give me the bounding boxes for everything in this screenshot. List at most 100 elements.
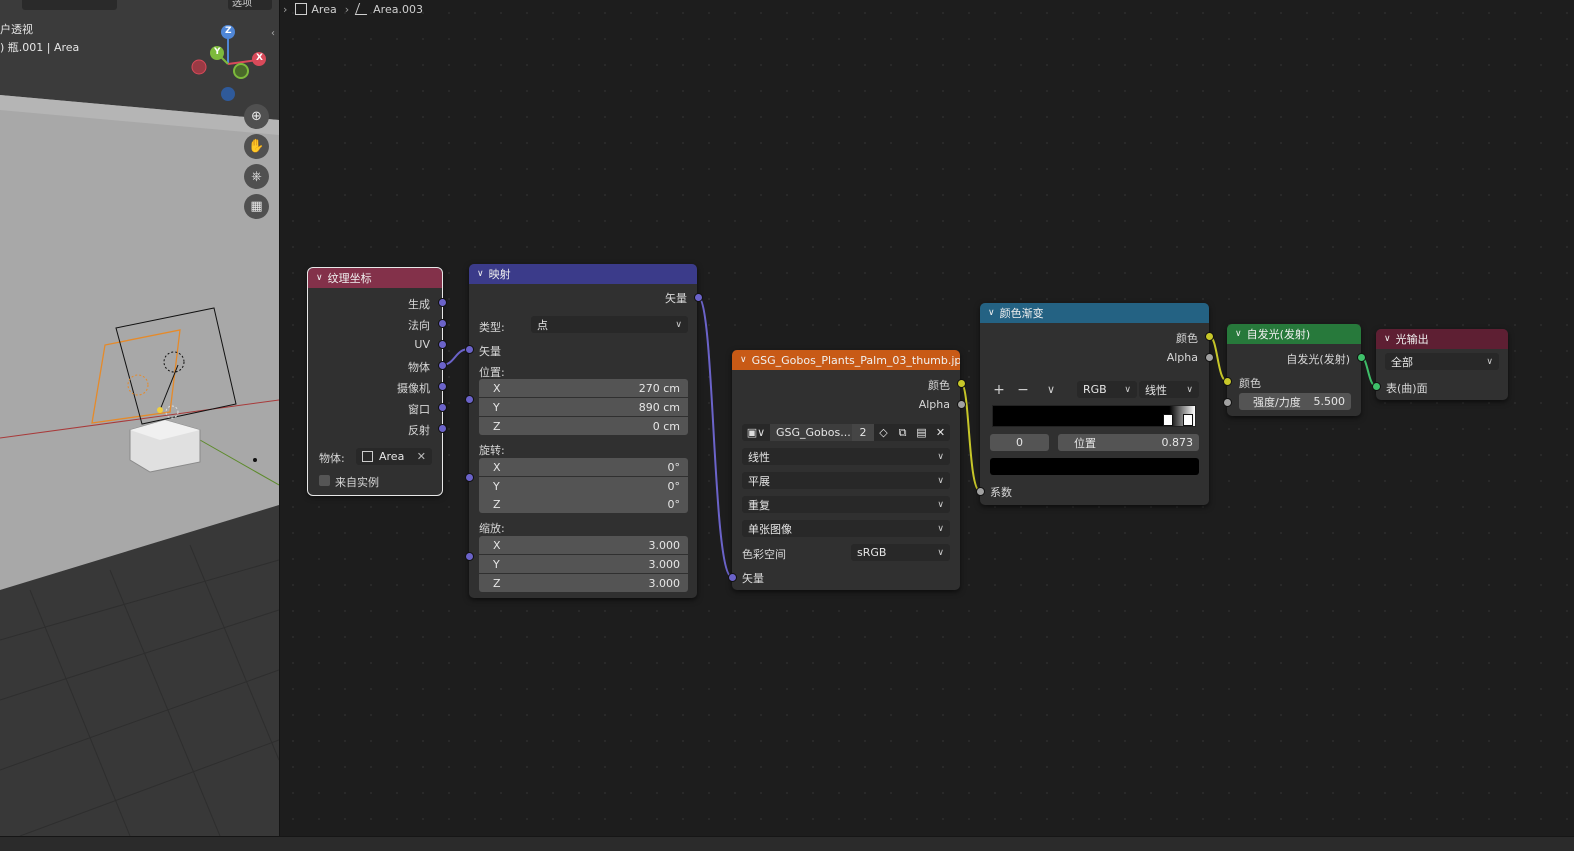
breadcrumb-separator-icon: › <box>344 2 350 16</box>
image-datablock[interactable]: ▣∨ GSG_Gobos... 2 ◇ ⧉ ▤ ✕ <box>742 424 950 441</box>
image-browse-icon[interactable]: ▣∨ <box>742 426 770 439</box>
socket-location[interactable] <box>465 395 474 404</box>
socket-rotation[interactable] <box>465 473 474 482</box>
object-picker[interactable]: Area ✕ <box>356 448 432 465</box>
socket-emission-out[interactable] <box>1357 353 1366 362</box>
socket-color-out[interactable] <box>957 379 966 388</box>
socket-generated[interactable] <box>438 298 447 307</box>
rotation-y-field[interactable]: Y 0° <box>479 477 688 495</box>
chevron-down-icon: ∨ <box>1486 356 1493 367</box>
breadcrumb-item-area[interactable]: Area <box>295 2 337 16</box>
chevron-down-icon: ∨ <box>937 547 944 558</box>
breadcrumb-item-material[interactable]: Area.003 <box>354 2 423 16</box>
scale-label: 缩放: <box>479 522 505 535</box>
collapse-arrow-icon[interactable]: ‹ <box>271 28 275 39</box>
socket-vector-out[interactable] <box>694 293 703 302</box>
collapse-chevron-icon[interactable]: ∨ <box>988 308 995 318</box>
camera-icon: ⎈ <box>251 169 262 184</box>
socket-strength-in[interactable] <box>1223 398 1232 407</box>
ramp-stop-black[interactable] <box>1163 414 1173 426</box>
node-header[interactable]: ∨ GSG_Gobos_Plants_Palm_03_thumb.jpg <box>732 350 960 370</box>
collapse-chevron-icon[interactable]: ∨ <box>740 355 747 365</box>
pan-button[interactable]: ✋ <box>244 134 269 159</box>
view-name: 户透视 <box>0 23 33 36</box>
node-header[interactable]: ∨ 纹理坐标 <box>308 268 442 288</box>
zoom-button[interactable]: ⊕ <box>244 104 269 129</box>
viewport-toolbar[interactable] <box>22 0 117 10</box>
stop-color-swatch[interactable] <box>990 458 1199 475</box>
3d-viewport[interactable]: 选项 户透视 ) 瓶.001 | Area Z X Y ⊕ ✋ ⎈ ▦ ‹ <box>0 0 280 836</box>
interpolation-dropdown[interactable]: 线性 ∨ <box>742 448 950 465</box>
collapse-chevron-icon[interactable]: ∨ <box>1384 334 1391 344</box>
scale-y-field[interactable]: Y 3.000 <box>479 555 688 573</box>
projection-dropdown[interactable]: 平展 ∨ <box>742 472 950 489</box>
fake-user-shield-icon[interactable]: ◇ <box>874 426 893 439</box>
grid-icon: ▦ <box>250 199 263 214</box>
duplicate-icon[interactable]: ⧉ <box>893 426 912 440</box>
status-bar <box>0 836 1574 851</box>
ramp-menu-button[interactable]: ∨ <box>1042 381 1060 398</box>
viewport-scene <box>0 0 279 836</box>
scale-x-field[interactable]: X 3.000 <box>479 536 688 554</box>
collapse-chevron-icon[interactable]: ∨ <box>1235 329 1242 339</box>
location-z-field[interactable]: Z0 cm <box>479 417 688 435</box>
ramp-interpolation-dropdown[interactable]: 线性 ∨ <box>1139 381 1199 398</box>
location-x-field[interactable]: X 270 cm <box>479 379 688 397</box>
from-instancer-checkbox[interactable] <box>319 475 330 486</box>
location-y-field[interactable]: Y 890 cm <box>479 398 688 416</box>
rotation-x-field[interactable]: X 0° <box>479 458 688 476</box>
clear-icon[interactable]: ✕ <box>417 450 426 463</box>
breadcrumb-separator-icon: › <box>283 2 288 16</box>
rotation-z-field[interactable]: Z 0° <box>479 495 688 513</box>
mapping-type-dropdown[interactable]: 点 ∨ <box>531 316 688 333</box>
output-object: 物体 <box>408 361 430 374</box>
source-dropdown[interactable]: 单张图像 ∨ <box>742 520 950 537</box>
strength-field[interactable]: 强度/力度 5.500 <box>1239 393 1351 410</box>
socket-fac-in[interactable] <box>976 487 985 496</box>
output-generated: 生成 <box>408 298 430 311</box>
socket-alpha-out[interactable] <box>957 400 966 409</box>
socket-color-out[interactable] <box>1205 332 1214 341</box>
remove-stop-button[interactable]: − <box>1014 381 1032 398</box>
object-label: 物体: <box>319 452 345 465</box>
active-stop-index[interactable]: 0 <box>990 434 1049 451</box>
socket-surface-in[interactable] <box>1372 382 1381 391</box>
users-count[interactable]: 2 <box>852 424 874 441</box>
socket-uv[interactable] <box>438 340 447 349</box>
socket-color-in[interactable] <box>1223 377 1232 386</box>
socket-reflection[interactable] <box>438 424 447 433</box>
input-vector-label: 矢量 <box>479 345 501 358</box>
image-name-field[interactable]: GSG_Gobos... <box>770 424 852 441</box>
chevron-down-icon: ∨ <box>1046 383 1056 396</box>
socket-scale[interactable] <box>465 552 474 561</box>
options-dropdown[interactable]: 选项 <box>228 0 272 10</box>
collapse-chevron-icon[interactable]: ∨ <box>316 273 323 283</box>
socket-normal[interactable] <box>438 319 447 328</box>
colorspace-dropdown[interactable]: sRGB ∨ <box>851 544 950 561</box>
node-header[interactable]: ∨ 自发光(发射) <box>1227 324 1361 344</box>
node-header[interactable]: ∨ 颜色渐变 <box>980 303 1209 323</box>
output-target-dropdown[interactable]: 全部 ∨ <box>1385 353 1499 370</box>
ramp-stop-white[interactable] <box>1183 414 1193 426</box>
scale-z-field[interactable]: Z 3.000 <box>479 574 688 592</box>
folder-icon[interactable]: ▤ <box>912 426 931 439</box>
socket-window[interactable] <box>438 403 447 412</box>
stop-position-field[interactable]: 位置 0.873 <box>1058 434 1199 451</box>
unlink-close-icon[interactable]: ✕ <box>931 426 950 439</box>
socket-vector-in[interactable] <box>728 573 737 582</box>
socket-camera[interactable] <box>438 382 447 391</box>
from-instancer-label: 来自实例 <box>335 476 379 489</box>
output-alpha: Alpha <box>1166 351 1198 364</box>
camera-view-button[interactable]: ⎈ <box>244 164 269 189</box>
node-header[interactable]: ∨ 光输出 <box>1376 329 1508 349</box>
color-mode-dropdown[interactable]: RGB ∨ <box>1077 381 1137 398</box>
add-stop-button[interactable]: + <box>990 381 1008 398</box>
ortho-toggle-button[interactable]: ▦ <box>244 194 269 219</box>
socket-alpha-out[interactable] <box>1205 353 1214 362</box>
output-vector: 矢量 <box>665 292 687 305</box>
node-header[interactable]: ∨ 映射 <box>469 264 697 284</box>
socket-vector-in[interactable] <box>465 345 474 354</box>
extension-dropdown[interactable]: 重复 ∨ <box>742 496 950 513</box>
collapse-chevron-icon[interactable]: ∨ <box>477 269 484 279</box>
socket-object[interactable] <box>438 361 447 370</box>
